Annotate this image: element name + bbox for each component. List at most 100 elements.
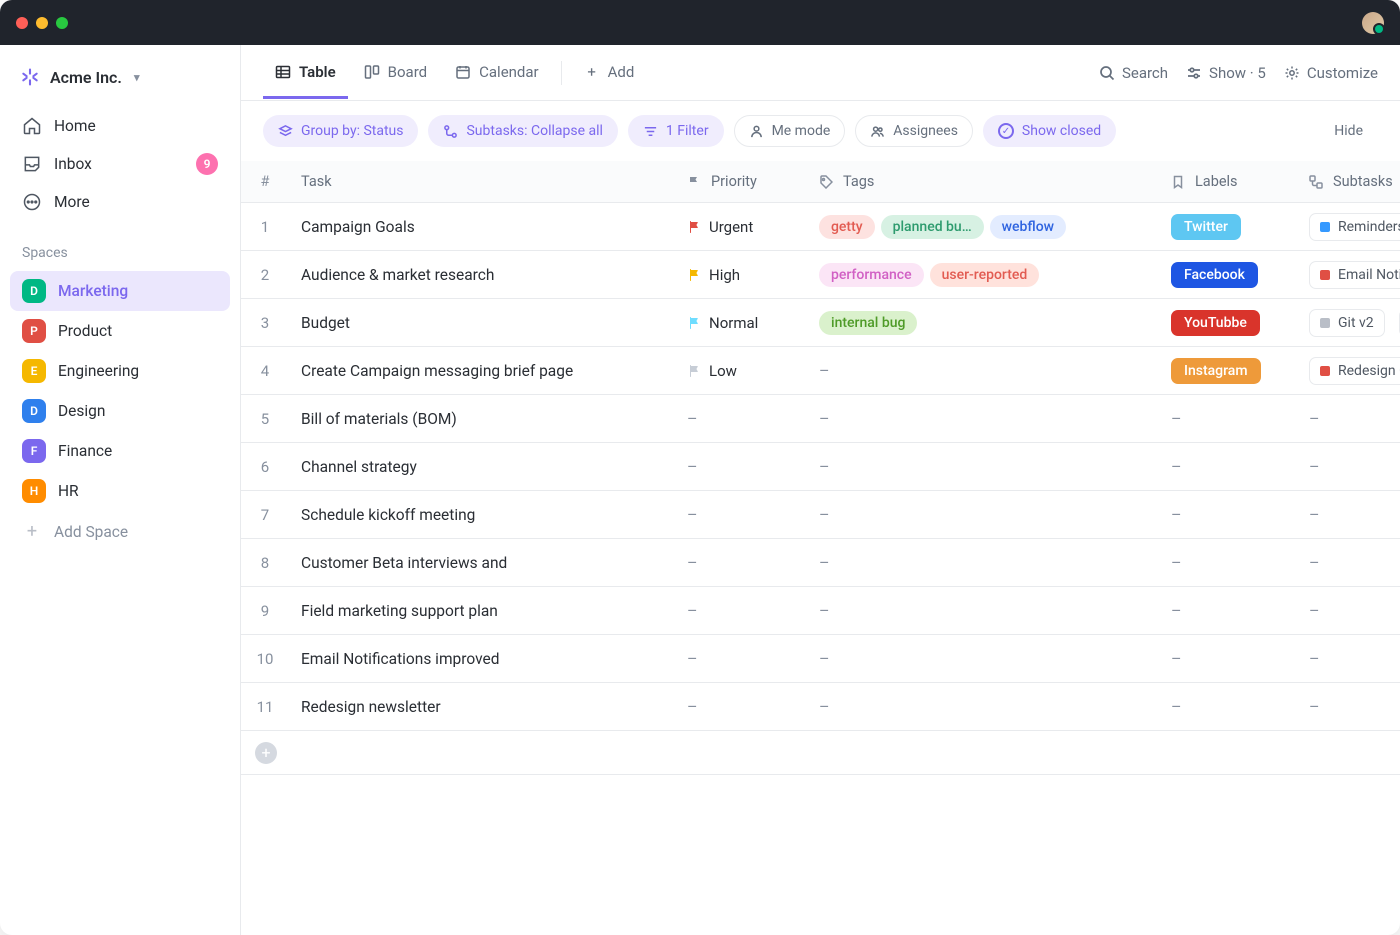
task-name[interactable]: Create Campaign messaging brief page [289, 362, 675, 380]
subtask-chip[interactable]: Redesign Chro [1309, 357, 1400, 385]
close-window-button[interactable] [16, 17, 28, 29]
priority-cell[interactable]: – [675, 553, 807, 572]
tag-chip[interactable]: performance [819, 263, 924, 287]
label-chip[interactable]: Facebook [1171, 262, 1258, 288]
subtask-chip[interactable]: Reminders for [1309, 213, 1400, 241]
priority-cell[interactable]: – [675, 601, 807, 620]
workspace-selector[interactable]: Acme Inc. ▾ [0, 55, 240, 101]
tags-cell[interactable]: getty planned bu… webflow [807, 215, 1159, 239]
nav-inbox[interactable]: Inbox 9 [10, 145, 230, 183]
maximize-window-button[interactable] [56, 17, 68, 29]
priority-cell[interactable]: Normal [675, 314, 807, 332]
table-row[interactable]: 4 Create Campaign messaging brief page L… [241, 347, 1400, 395]
assignees-pill[interactable]: Assignees [855, 115, 973, 147]
customize-button[interactable]: Customize [1284, 64, 1378, 82]
tag-chip[interactable]: webflow [990, 215, 1066, 239]
tab-calendar[interactable]: Calendar [443, 47, 551, 99]
table-row[interactable]: 5 Bill of materials (BOM) – – – – [241, 395, 1400, 443]
task-name[interactable]: Audience & market research [289, 266, 675, 284]
table-row[interactable]: 11 Redesign newsletter – – – – [241, 683, 1400, 731]
subtasks-cell[interactable]: – [1297, 649, 1400, 668]
subtasks-cell[interactable]: Redesign Chro [1297, 357, 1400, 385]
space-item-engineering[interactable]: EEngineering [10, 351, 230, 391]
column-subtasks[interactable]: Subtasks [1297, 173, 1400, 190]
add-task-button[interactable]: + [255, 742, 277, 764]
priority-cell[interactable]: High [675, 266, 807, 284]
tags-cell[interactable]: – [807, 601, 1159, 620]
tags-cell[interactable]: – [807, 505, 1159, 524]
space-item-design[interactable]: DDesign [10, 391, 230, 431]
task-name[interactable]: Field marketing support plan [289, 602, 675, 620]
task-name[interactable]: Email Notifications improved [289, 650, 675, 668]
tag-chip[interactable]: user-reported [930, 263, 1040, 287]
nav-home[interactable]: Home [10, 107, 230, 145]
tab-table[interactable]: Table [263, 47, 348, 99]
subtasks-cell[interactable]: – [1297, 601, 1400, 620]
labels-cell[interactable]: – [1159, 409, 1297, 428]
tags-cell[interactable]: – [807, 361, 1159, 380]
hide-button[interactable]: Hide [1319, 115, 1378, 147]
subtasks-cell[interactable]: – [1297, 409, 1400, 428]
subtasks-cell[interactable]: Reminders for [1297, 213, 1400, 241]
subtasks-cell[interactable]: Email Notificat [1297, 261, 1400, 289]
search-button[interactable]: Search [1099, 64, 1168, 82]
task-name[interactable]: Redesign newsletter [289, 698, 675, 716]
labels-cell[interactable]: – [1159, 553, 1297, 572]
show-closed-pill[interactable]: ✓ Show closed [983, 115, 1116, 147]
tags-cell[interactable]: internal bug [807, 311, 1159, 335]
labels-cell[interactable]: Facebook [1159, 262, 1297, 288]
table-row[interactable]: 8 Customer Beta interviews and – – – – [241, 539, 1400, 587]
nav-more[interactable]: More [10, 183, 230, 221]
subtask-chip[interactable]: Git v2 [1309, 309, 1385, 337]
group-by-pill[interactable]: Group by: Status [263, 115, 418, 147]
space-item-marketing[interactable]: DMarketing [10, 271, 230, 311]
subtasks-cell[interactable]: – [1297, 697, 1400, 716]
column-labels[interactable]: Labels [1159, 173, 1297, 190]
column-task[interactable]: Task [289, 173, 675, 190]
tags-cell[interactable]: – [807, 649, 1159, 668]
minimize-window-button[interactable] [36, 17, 48, 29]
labels-cell[interactable]: – [1159, 601, 1297, 620]
tags-cell[interactable]: – [807, 409, 1159, 428]
user-avatar[interactable] [1362, 12, 1384, 34]
space-item-product[interactable]: PProduct [10, 311, 230, 351]
subtasks-cell[interactable]: – [1297, 457, 1400, 476]
task-name[interactable]: Campaign Goals [289, 218, 675, 236]
priority-cell[interactable]: – [675, 697, 807, 716]
table-row[interactable]: 2 Audience & market research High perfor… [241, 251, 1400, 299]
labels-cell[interactable]: – [1159, 697, 1297, 716]
labels-cell[interactable]: Instagram [1159, 358, 1297, 384]
label-chip[interactable]: YouTubbe [1171, 310, 1260, 336]
label-chip[interactable]: Instagram [1171, 358, 1261, 384]
table-row[interactable]: 6 Channel strategy – – – – [241, 443, 1400, 491]
table-row[interactable]: 9 Field marketing support plan – – – – [241, 587, 1400, 635]
priority-cell[interactable]: – [675, 457, 807, 476]
add-space-button[interactable]: + Add Space [0, 511, 240, 552]
priority-cell[interactable]: – [675, 409, 807, 428]
priority-cell[interactable]: Low [675, 362, 807, 380]
space-item-hr[interactable]: HHR [10, 471, 230, 511]
labels-cell[interactable]: – [1159, 457, 1297, 476]
tags-cell[interactable]: – [807, 457, 1159, 476]
table-row[interactable]: 7 Schedule kickoff meeting – – – – [241, 491, 1400, 539]
tag-chip[interactable]: internal bug [819, 311, 917, 335]
table-row[interactable]: 1 Campaign Goals Urgent getty planned bu… [241, 203, 1400, 251]
show-button[interactable]: Show · 5 [1186, 64, 1266, 82]
priority-cell[interactable]: Urgent [675, 218, 807, 236]
task-name[interactable]: Customer Beta interviews and [289, 554, 675, 572]
labels-cell[interactable]: Twitter [1159, 214, 1297, 240]
table-row[interactable]: 3 Budget Normal internal bug YouTubbe Gi… [241, 299, 1400, 347]
tag-chip[interactable]: planned bu… [881, 215, 984, 239]
labels-cell[interactable]: – [1159, 649, 1297, 668]
filter-pill[interactable]: 1 Filter [628, 115, 724, 147]
tags-cell[interactable]: performance user-reported [807, 263, 1159, 287]
table-row[interactable]: 10 Email Notifications improved – – – – [241, 635, 1400, 683]
column-number[interactable]: # [241, 173, 289, 190]
tags-cell[interactable]: – [807, 697, 1159, 716]
me-mode-pill[interactable]: Me mode [734, 115, 846, 147]
label-chip[interactable]: Twitter [1171, 214, 1241, 240]
subtasks-pill[interactable]: Subtasks: Collapse all [428, 115, 617, 147]
column-priority[interactable]: Priority [675, 173, 807, 190]
labels-cell[interactable]: – [1159, 505, 1297, 524]
task-name[interactable]: Bill of materials (BOM) [289, 410, 675, 428]
